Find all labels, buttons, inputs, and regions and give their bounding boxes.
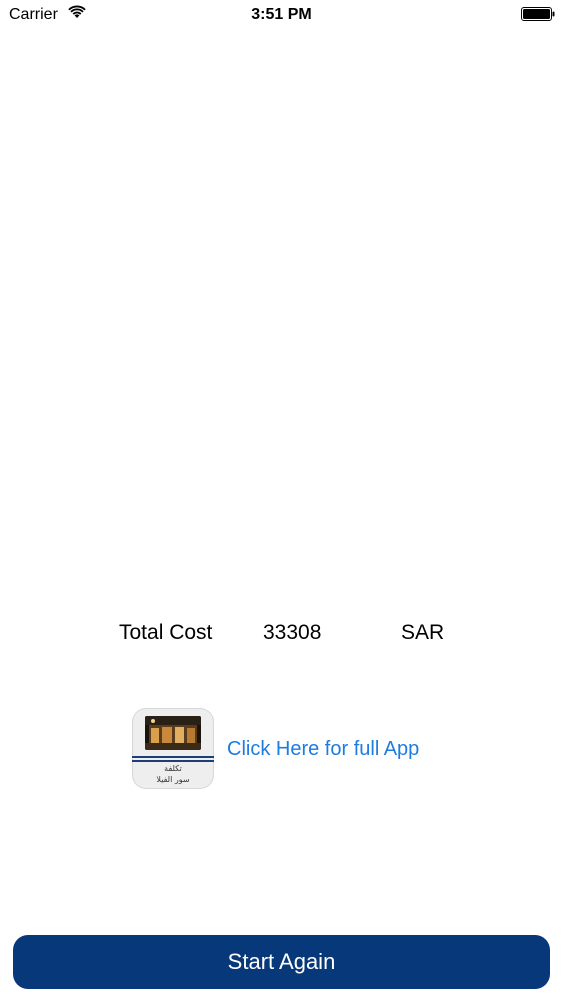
- total-cost-value: 33308: [263, 621, 322, 644]
- icon-caption-line2: سور الفيلا: [156, 775, 190, 784]
- total-cost-label: Total Cost: [119, 621, 213, 644]
- full-app-icon[interactable]: تكلفة سور الفيلا: [132, 708, 214, 789]
- icon-caption-line1: تكلفة: [164, 764, 182, 773]
- icon-divider-lines: [132, 756, 214, 762]
- currency-label: SAR: [401, 621, 445, 644]
- battery-icon: [521, 7, 555, 21]
- villa-photo-icon: [145, 716, 201, 750]
- app-screen: Carrier 3:51 PM Total Cost 33308 SAR تكل…: [0, 0, 563, 1000]
- status-time: 3:51 PM: [251, 6, 312, 23]
- start-again-button[interactable]: Start Again: [13, 935, 550, 989]
- status-bar: Carrier 3:51 PM: [0, 0, 563, 30]
- full-app-link[interactable]: Click Here for full App: [227, 736, 419, 762]
